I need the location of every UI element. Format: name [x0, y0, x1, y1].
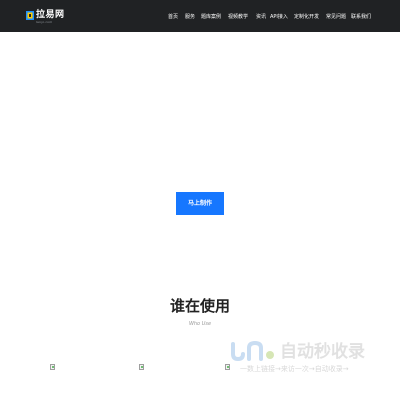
nav-item-api[interactable]: API接入 — [270, 12, 288, 22]
nav-item-video[interactable]: 视频教学 — [228, 12, 248, 22]
page: 拉易网 lanyi.com 首页 服务 题库案例 视频教学 资讯 API接入 定… — [0, 0, 400, 400]
nav-item-service[interactable]: 服务 — [185, 12, 195, 22]
nav-item-faq[interactable]: 常见问题 — [326, 12, 346, 22]
watermark: 自动秒收录 一数上链接→来访一次→自动收录→ — [228, 338, 388, 378]
client-logo-image — [139, 364, 144, 370]
watermark-main-text: 自动秒收录 — [280, 342, 365, 362]
nav-item-cases[interactable]: 题库案例 — [201, 12, 221, 22]
logo-icon — [26, 11, 34, 20]
logo-subtitle: lanyi.com — [36, 20, 53, 24]
make-now-button[interactable]: 马上制作 — [176, 192, 224, 215]
section-subtitle: Who Use — [188, 321, 212, 327]
watermark-logo-icon — [231, 340, 274, 362]
nav-item-home[interactable]: 首页 — [168, 12, 178, 22]
section-title: 谁在使用 — [169, 297, 230, 315]
client-logo-image — [50, 364, 55, 370]
nav-item-news[interactable]: 资讯 — [256, 12, 266, 22]
watermark-sub-text: 一数上链接→来访一次→自动收录→ — [240, 365, 349, 373]
top-navbar: 拉易网 lanyi.com 首页 服务 题库案例 视频教学 资讯 API接入 定… — [0, 0, 400, 32]
nav-item-custom-dev[interactable]: 定制化开发 — [294, 12, 319, 22]
logo-name: 拉易网 — [36, 10, 65, 20]
nav-item-contact[interactable]: 联系我们 — [351, 12, 371, 22]
site-logo[interactable]: 拉易网 lanyi.com — [26, 10, 65, 24]
logo-text: 拉易网 lanyi.com — [36, 10, 65, 24]
